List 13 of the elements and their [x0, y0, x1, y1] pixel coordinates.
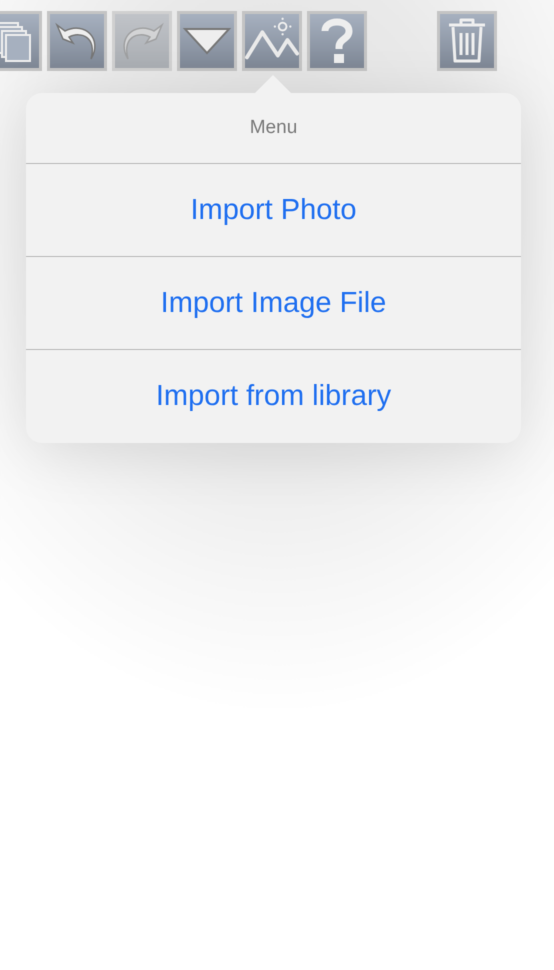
menu-title: Menu: [250, 117, 298, 139]
triangle-down-icon: [182, 26, 232, 56]
pages-button[interactable]: [0, 11, 42, 71]
trash-button[interactable]: [437, 11, 497, 71]
question-mark-icon: [321, 17, 353, 65]
menu-item[interactable]: Import Image File: [26, 257, 521, 350]
menu-item[interactable]: Import from library: [26, 350, 521, 443]
menu-item[interactable]: Import Photo: [26, 164, 521, 257]
dropdown-button[interactable]: [177, 11, 237, 71]
trash-icon: [447, 17, 487, 65]
image-button[interactable]: [242, 11, 302, 71]
help-button[interactable]: [307, 11, 367, 71]
undo-button[interactable]: [47, 11, 107, 71]
